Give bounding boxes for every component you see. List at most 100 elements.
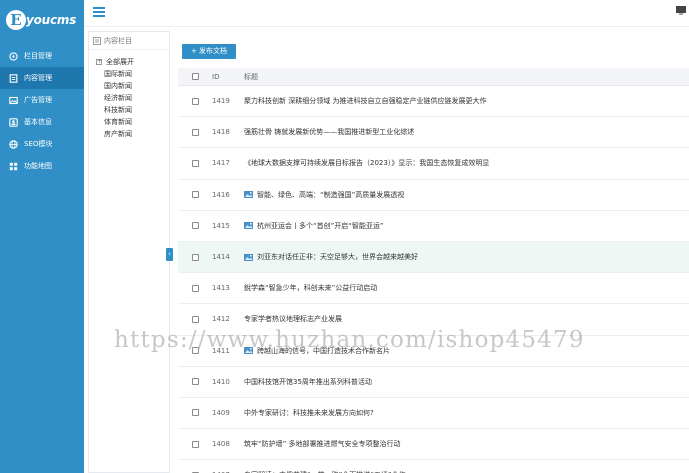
row-title-cell: 《地球大数据支撑可持续发展目标报告（2023）》显示：我国生态恢复成效明显 [244,158,689,168]
row-id: 1418 [212,128,230,137]
tree-title: 内容栏目 [104,36,132,45]
row-title-cell: 刘亚东对话任正非：天空足够大，世界会越来越美好 [244,252,689,262]
header-title: 标题 [244,72,258,81]
row-id: 1412 [212,315,230,324]
sidebar-item-2[interactable]: 广告管理 [0,89,84,111]
sidebar-item-label: SEO模块 [24,140,53,148]
tree-item[interactable]: 科技新闻 [89,104,169,116]
row-title-cell: 銳学森“智急少年，科创未来”公益行动启动 [244,283,689,293]
sidebar-item-label: 广告管理 [24,96,52,104]
user-icon [9,117,18,127]
expand-icon[interactable]: + [96,59,102,65]
row-checkbox[interactable] [191,253,199,261]
row-checkbox[interactable] [191,222,199,230]
table-row: 1411 跨越山海的信号，中国打造技术合作新名片 [178,336,689,367]
row-title-cell: 聚力科技创新 深耕细分领域 为推进科技自立自强稳定产业链供应链发展更大作 [244,96,689,106]
sidebar-item-label: 功能地图 [24,162,52,170]
sidebar-item-label: 基本信息 [24,118,52,126]
top-bar [84,0,689,27]
row-id: 1409 [212,408,230,417]
row-checkbox[interactable] [191,378,199,386]
table-header: ID 标题 [178,68,689,86]
table-row: 1412 专家学者热议地理标志产业发展 [178,304,689,336]
tree-item[interactable]: 国际新闻 [89,68,169,80]
sidebar-item-5[interactable]: 功能地图 [0,155,84,177]
table-row: 1417 《地球大数据支撑可持续发展目标报告（2023）》显示：我国生态恢复成效明… [178,148,689,180]
select-all-checkbox[interactable] [191,73,199,80]
table-row: 1418 强筋壮骨 铸就发展新优势——我国推进新型工业化综述 [178,117,689,149]
row-checkbox[interactable] [191,128,199,136]
column-tree-panel: 内容栏目 + 全部展开 国际新闻 国内新闻 经济新闻 科技新闻 体育新闻 房产新闻 [88,31,170,473]
row-title-cell: 中国科技馆开馆35周年推出系列科普活动 [244,377,689,387]
image-icon [244,253,253,261]
row-title-link[interactable]: 杭州亚运会丨多个“首创”开启“智能亚运” [257,221,384,231]
sidebar-item-3[interactable]: 基本信息 [0,111,84,133]
image-icon [244,191,253,199]
monitor-icon[interactable] [676,6,686,15]
tree-item[interactable]: 体育新闻 [89,116,169,128]
sidebar-menu: 栏目管理内容管理广告管理基本信息 SEO模块功能地图 [0,45,84,177]
row-id: 1417 [212,159,230,168]
table-row: 1410 中国科技馆开馆35周年推出系列科普活动 [178,367,689,398]
row-title-link[interactable]: 筑牢“防护墙” 多地部署推进燃气安全专项整治行动 [244,439,400,449]
row-id: 1415 [212,221,230,230]
table-row: 1408 筑牢“防护墙” 多地部署推进燃气安全专项整治行动 [178,429,689,461]
sidebar-item-4[interactable]: SEO模块 [0,133,84,155]
table-row: 1413 銳学森“智急少年，科创未来”公益行动启动 [178,273,689,305]
tree-item[interactable]: 国内新闻 [89,80,169,92]
row-title-cell: 跨越山海的信号，中国打造技术合作新名片 [244,346,689,356]
table-row: 1419 聚力科技创新 深耕细分领域 为推进科技自立自强稳定产业链供应链发展更大作 [178,86,689,118]
globe-icon [9,139,18,149]
row-id: 1413 [212,284,230,293]
row-title-link[interactable]: 中国科技馆开馆35周年推出系列科普活动 [244,377,372,387]
row-checkbox[interactable] [191,97,199,105]
image-icon [244,347,253,355]
row-title-cell: 强筋壮骨 铸就发展新优势——我国推进新型工业化综述 [244,127,689,137]
tree-header: 内容栏目 [89,32,169,50]
row-checkbox[interactable] [191,440,199,448]
row-checkbox[interactable] [191,284,199,292]
row-title-cell: 杭州亚运会丨多个“首创”开启“智能亚运” [244,221,689,231]
row-title-link[interactable]: 《地球大数据支撑可持续发展目标报告（2023）》显示：我国生态恢复成效明显 [244,158,489,168]
row-title-link[interactable]: 强筋壮骨 铸就发展新优势——我国推进新型工业化综述 [244,127,414,137]
row-title-cell: 专家学者热议地理标志产业发展 [244,314,689,324]
row-title-link[interactable]: 聚力科技创新 深耕细分领域 为推进科技自立自强稳定产业链供应链发展更大作 [244,96,486,106]
publish-document-button[interactable]: + 发布文档 [182,44,236,59]
sidebar-item-1[interactable]: 内容管理 [0,67,84,89]
tree-item[interactable]: 经济新闻 [89,92,169,104]
row-title-link[interactable]: 中外专家研讨：科技推未来发展方向如何? [244,408,374,418]
menu-toggle-icon[interactable] [93,7,105,17]
sitemap-icon [9,51,18,61]
row-title-link[interactable]: 智能、绿色、高端：“制造强国”高质量发展透视 [257,190,404,200]
table-row: 1414 刘亚东对话任正非：天空足够大，世界会越来越美好 [178,241,689,274]
row-title-cell: 中外专家研讨：科技推未来发展方向如何? [244,408,689,418]
tree-list: + 全部展开 国际新闻 国内新闻 经济新闻 科技新闻 体育新闻 房产新闻 [89,50,169,140]
logo-text: youcms [26,13,77,27]
row-checkbox[interactable] [191,191,199,199]
grid-icon [9,162,18,171]
row-id: 1416 [212,190,230,199]
image-icon [9,96,18,105]
document-icon [9,73,18,83]
sidebar-item-label: 内容管理 [24,74,52,82]
sidebar-item-0[interactable]: 栏目管理 [0,45,84,67]
row-checkbox[interactable] [191,409,199,417]
row-checkbox[interactable] [191,159,199,167]
tree-root-expand-all[interactable]: + 全部展开 [89,56,169,68]
row-id: 1419 [212,97,230,106]
logo[interactable]: E youcms [6,10,78,32]
row-title-cell: 筑牢“防护墙” 多地部署推进燃气安全专项整治行动 [244,439,689,449]
row-id: 1414 [212,253,230,262]
row-title-link[interactable]: 专家学者热议地理标志产业发展 [244,314,342,324]
row-checkbox[interactable] [191,347,199,355]
tree-item[interactable]: 房产新闻 [89,128,169,140]
row-title-link[interactable]: 跨越山海的信号，中国打造技术合作新名片 [257,346,390,356]
collapse-panel-button[interactable]: ‹ [166,248,173,261]
sidebar: E youcms 栏目管理内容管理广告管理基本信息 SEO模块功能地图 [0,0,84,473]
image-icon [244,222,253,230]
row-title-link[interactable]: 銳学森“智急少年，科创未来”公益行动启动 [244,283,377,293]
folder-icon [93,36,101,45]
tree-root-label: 全部展开 [106,58,134,66]
row-title-link[interactable]: 刘亚东对话任正非：天空足够大，世界会越来越美好 [257,252,418,262]
row-checkbox[interactable] [191,315,199,323]
